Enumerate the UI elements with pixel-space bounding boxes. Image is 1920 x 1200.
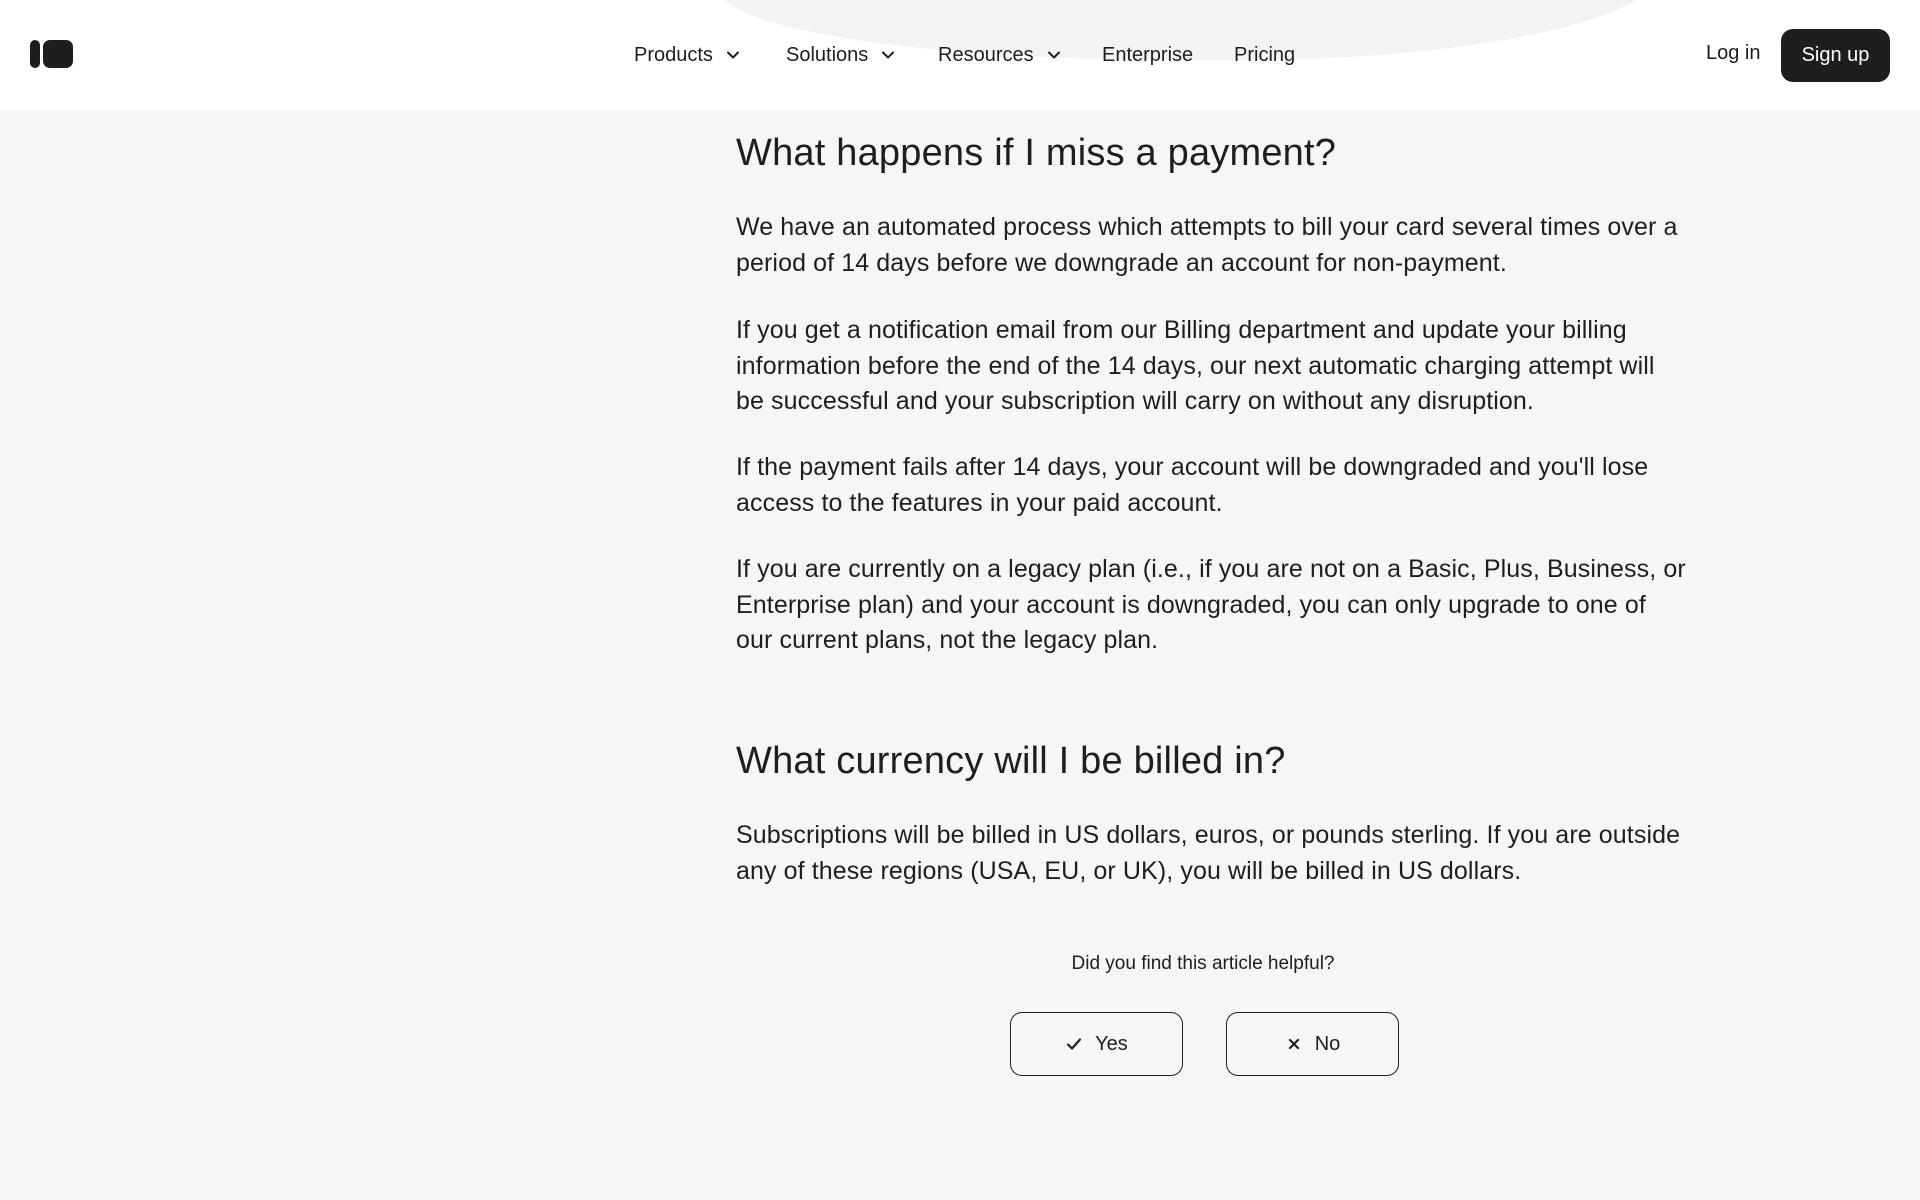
faq-paragraph: If you get a notification email from our… <box>736 316 1655 415</box>
nav-enterprise[interactable]: Enterprise <box>1102 42 1193 68</box>
feedback-question: Did you find this article helpful? <box>0 953 1920 975</box>
check-icon <box>1067 1038 1082 1050</box>
feedback-yes-button[interactable]: Yes <box>1010 1012 1183 1076</box>
faq-paragraph: Subscriptions will be billed in US dolla… <box>736 821 1681 885</box>
close-icon <box>1288 1038 1299 1050</box>
site-header: Products Solutions Resources Enterprise … <box>0 0 1920 110</box>
chevron-down-icon <box>882 51 895 59</box>
faq-paragraph: If you are currently on a legacy plan (i… <box>736 555 1686 654</box>
nav-resources[interactable]: Resources <box>938 42 1064 68</box>
nav-enterprise-label: Enterprise <box>1102 43 1194 66</box>
signup-button[interactable]: Sign up <box>1781 29 1890 82</box>
faq-paragraph: We have an automated process which attem… <box>736 213 1678 277</box>
faq-paragraph: If the payment fails after 14 days, your… <box>736 453 1649 517</box>
nav-resources-label: Resources <box>938 43 1034 66</box>
main-nav: Products Solutions Resources Enterprise … <box>0 0 1920 110</box>
chevron-down-icon <box>1047 51 1060 59</box>
feedback-no-label: No <box>1314 1032 1341 1055</box>
signup-label: Sign up <box>1801 44 1870 66</box>
nav-pricing[interactable]: Pricing <box>1234 42 1295 68</box>
login-link[interactable]: Log in <box>1706 42 1761 65</box>
nav-pricing-label: Pricing <box>1234 43 1296 66</box>
nav-solutions[interactable]: Solutions <box>786 42 898 68</box>
feedback-question-text: Did you find this article helpful? <box>1071 953 1335 974</box>
faq-heading-currency: What currency will I be billed in? <box>736 740 1286 782</box>
faq-heading-missed-payment: What happens if I miss a payment? <box>736 132 1337 174</box>
nav-products-label: Products <box>634 43 713 66</box>
nav-products[interactable]: Products <box>634 42 743 68</box>
feedback-yes-label: Yes <box>1095 1032 1128 1055</box>
feedback-no-button[interactable]: No <box>1226 1012 1399 1076</box>
chevron-down-icon <box>726 51 739 59</box>
nav-solutions-label: Solutions <box>786 43 869 66</box>
